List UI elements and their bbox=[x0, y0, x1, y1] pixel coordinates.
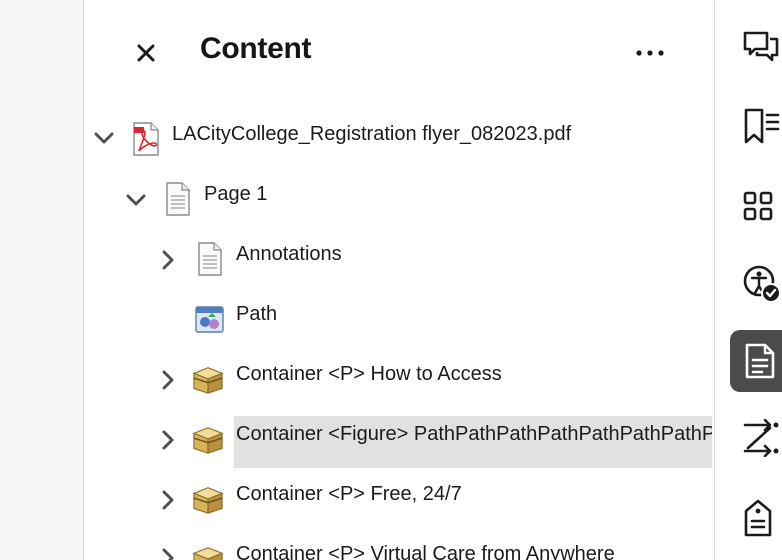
chevron-down-icon[interactable] bbox=[94, 128, 114, 148]
chevron-right-icon[interactable] bbox=[158, 548, 178, 560]
tree-node-annotations[interactable]: Annotations bbox=[84, 234, 714, 286]
content-panel-button[interactable] bbox=[730, 330, 782, 392]
tree-node-container[interactable]: Container <P> Free, 24/7 bbox=[84, 474, 714, 526]
close-icon bbox=[137, 44, 155, 62]
reading-order-icon bbox=[743, 419, 779, 457]
container-box-icon bbox=[192, 362, 224, 396]
content-panel-icon bbox=[745, 343, 775, 379]
tree-node-label: Container <Figure> PathPathPathPathPathP… bbox=[236, 423, 712, 445]
tree-node-label: Container <P> How to Access bbox=[236, 363, 502, 385]
close-panel-button[interactable] bbox=[132, 38, 160, 68]
thumbnails-icon bbox=[743, 191, 773, 221]
chevron-right-icon[interactable] bbox=[158, 490, 178, 510]
tree-node-label: Container <P> Virtual Care from Anywhere bbox=[236, 543, 615, 560]
container-box-icon bbox=[192, 542, 224, 560]
path-image-icon bbox=[194, 302, 226, 336]
tree-node-label: Container <P> Free, 24/7 bbox=[236, 483, 462, 505]
more-options-button[interactable] bbox=[628, 38, 672, 68]
tree-node-document[interactable]: LACityCollege_Registration flyer_082023.… bbox=[84, 114, 714, 166]
page-icon bbox=[194, 242, 226, 276]
tree-node-container[interactable]: Container <P> Virtual Care from Anywhere bbox=[84, 534, 714, 560]
accessibility-check-icon bbox=[743, 265, 781, 303]
tree-node-label: Path bbox=[236, 303, 278, 325]
comment-icon bbox=[743, 31, 779, 62]
bookmarks-icon bbox=[744, 108, 780, 144]
tree-node-label: Annotations bbox=[236, 243, 342, 265]
chevron-down-icon[interactable] bbox=[126, 190, 146, 210]
container-box-icon bbox=[192, 482, 224, 516]
container-box-icon bbox=[192, 422, 224, 456]
comment-button[interactable] bbox=[726, 20, 782, 76]
thumbnails-button[interactable] bbox=[726, 178, 782, 234]
tree-node-path[interactable]: Path bbox=[84, 294, 714, 346]
tree-node-label: LACityCollege_Registration flyer_082023.… bbox=[172, 123, 572, 145]
page-icon bbox=[162, 182, 194, 216]
tags-button[interactable] bbox=[726, 490, 782, 546]
bookmarks-button[interactable] bbox=[726, 98, 782, 154]
tree-node-container[interactable]: Container <P> How to Access bbox=[84, 354, 714, 406]
chevron-right-icon[interactable] bbox=[158, 430, 178, 450]
tree-node-label: Page 1 bbox=[204, 183, 268, 205]
tree-node-page[interactable]: Page 1 bbox=[84, 174, 714, 226]
tree-node-container-selected[interactable]: Container <Figure> PathPathPathPathPathP… bbox=[84, 414, 714, 468]
chevron-right-icon[interactable] bbox=[158, 370, 178, 390]
more-horizontal-icon bbox=[636, 50, 664, 56]
chevron-right-icon[interactable] bbox=[158, 250, 178, 270]
tags-icon bbox=[744, 499, 772, 537]
reading-order-button[interactable] bbox=[726, 410, 782, 466]
panel-title: Content bbox=[200, 32, 312, 65]
document-area-edge bbox=[0, 0, 84, 560]
accessibility-check-button[interactable] bbox=[726, 256, 782, 312]
pdf-file-icon bbox=[130, 122, 162, 156]
